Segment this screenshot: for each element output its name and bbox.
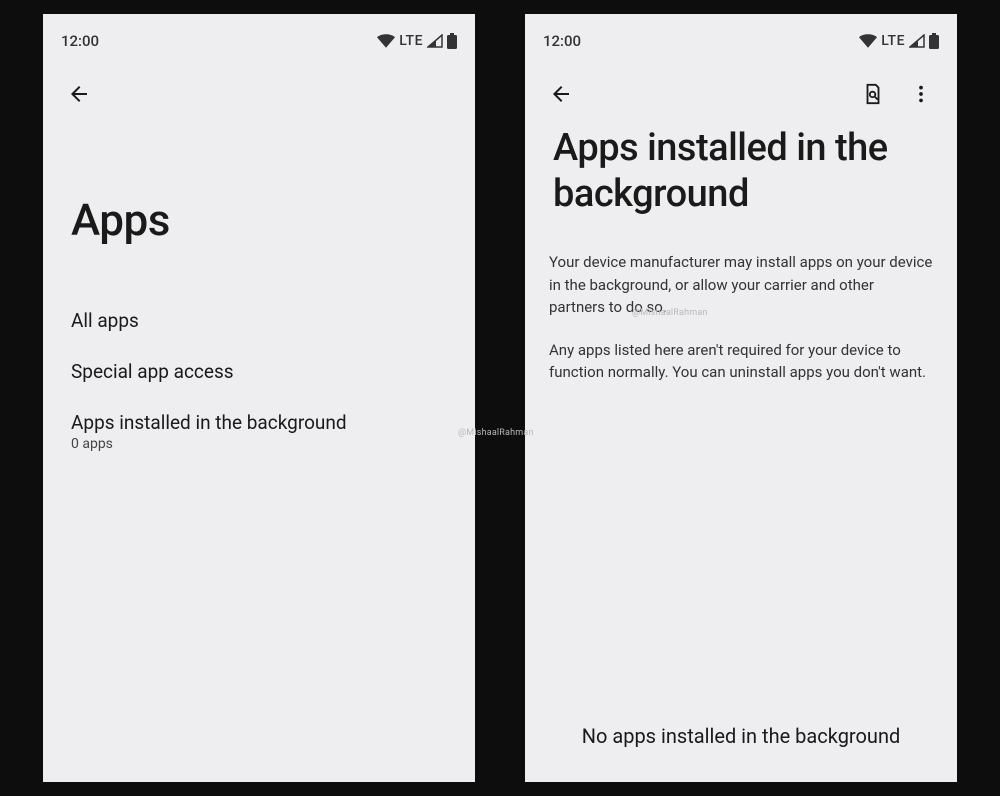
status-icons: LTE: [377, 33, 457, 49]
list-item-title: All apps: [71, 309, 447, 332]
status-bar: 12:00 LTE: [43, 26, 475, 56]
list-item-all-apps[interactable]: All apps: [71, 295, 447, 346]
battery-icon: [447, 33, 457, 49]
page-title: Apps installed in the background: [525, 126, 957, 217]
signal-icon: [909, 34, 925, 48]
status-bar: 12:00 LTE: [525, 26, 957, 56]
page-description: Your device manufacturer may install app…: [525, 251, 957, 384]
arrow-back-icon: [67, 82, 91, 106]
status-time: 12:00: [543, 32, 581, 50]
arrow-back-icon: [549, 82, 573, 106]
back-button[interactable]: [59, 74, 99, 114]
status-icons: LTE: [859, 33, 939, 49]
overflow-button[interactable]: [901, 74, 941, 114]
toolbar: [525, 66, 957, 122]
back-button[interactable]: [541, 74, 581, 114]
status-time: 12:00: [61, 32, 99, 50]
description-paragraph: Your device manufacturer may install app…: [549, 251, 933, 319]
list-item-background-apps[interactable]: Apps installed in the background 0 apps: [71, 397, 447, 466]
battery-icon: [929, 33, 939, 49]
search-button[interactable]: [853, 74, 893, 114]
phone-left: 12:00 LTE Apps All apps Special app acce…: [43, 14, 475, 782]
wifi-icon: [859, 34, 877, 48]
list-item-subtitle: 0 apps: [71, 436, 447, 452]
watermark: @MishaalRahman: [632, 308, 708, 318]
list-item-title: Special app access: [71, 360, 447, 383]
toolbar: [43, 66, 475, 122]
description-paragraph: Any apps listed here aren't required for…: [549, 339, 933, 384]
more-vert-icon: [910, 83, 932, 105]
list-item-special-access[interactable]: Special app access: [71, 346, 447, 397]
network-label: LTE: [881, 33, 905, 49]
find-in-page-icon: [862, 83, 884, 105]
settings-list: All apps Special app access Apps install…: [43, 295, 475, 466]
watermark: @MishaalRahman: [458, 428, 534, 438]
signal-icon: [427, 34, 443, 48]
wifi-icon: [377, 34, 395, 48]
network-label: LTE: [399, 33, 423, 49]
phone-right: 12:00 LTE: [525, 14, 957, 782]
list-item-title: Apps installed in the background: [71, 411, 447, 434]
empty-state-message: No apps installed in the background: [525, 724, 957, 748]
page-title: Apps: [43, 194, 475, 247]
